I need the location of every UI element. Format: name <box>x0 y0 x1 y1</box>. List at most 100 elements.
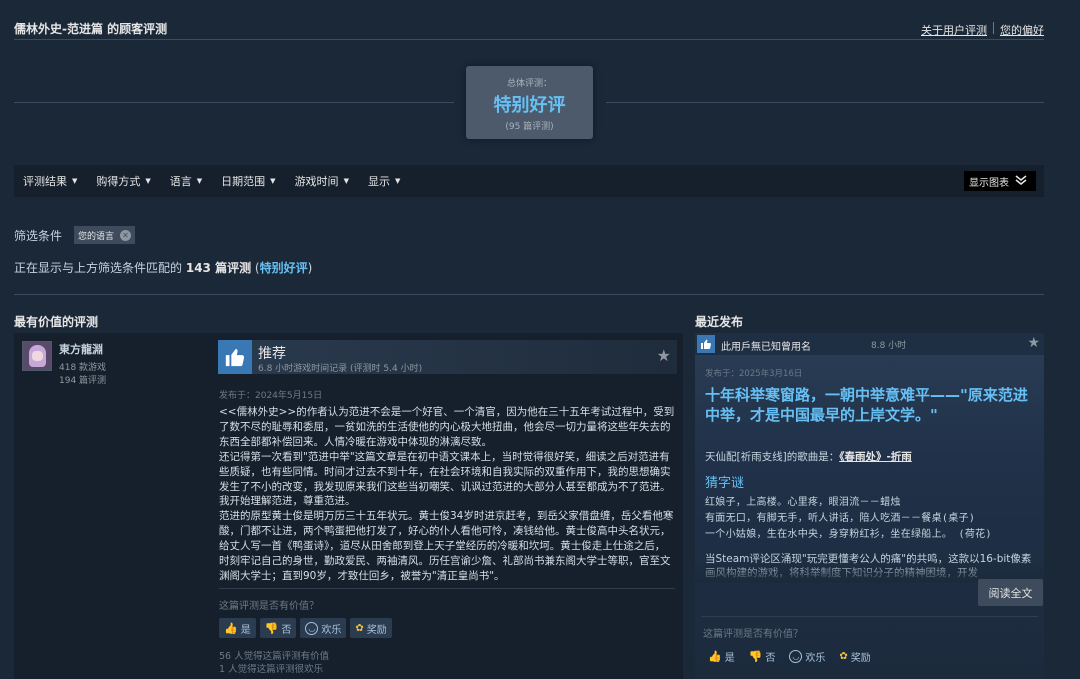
award-button[interactable]: ✿ 奖励 <box>834 646 875 666</box>
filter-label: 评测结果 <box>23 175 67 188</box>
vote-yes-label: 是 <box>724 652 735 664</box>
song-line: 天仙配[祈雨支线]的歌曲是：《春雨处》-折雨 <box>705 449 912 464</box>
overall-summary: 总体评测： 特别好评 (95 篇评测) <box>466 66 593 139</box>
thumbs-up-icon: 👍 <box>224 621 238 635</box>
riddle-line: 红娘子，上高楼。心里疼，眼泪流－－蜡烛 <box>705 497 901 508</box>
filter-bar: 评测结果 ▼ 购得方式 ▼ 语言 ▼ 日期范围 ▼ 游戏时间 ▼ 显示 ▼ 显示图表 <box>14 165 1044 197</box>
recent-playtime: 8.8 小时 <box>871 341 907 351</box>
caret-down-icon: ▼ <box>343 177 349 185</box>
riddle-line: 有面无口，有脚无手，听人讲话，陪人吃酒－－餐桌(桌子) <box>705 513 976 524</box>
thumbs-down-icon: 👎 <box>264 621 279 635</box>
summary-line-left <box>14 102 454 103</box>
author-games[interactable]: 418 款游戏 <box>59 360 106 373</box>
remove-filter-icon[interactable]: ✕ <box>120 229 132 241</box>
filter-tag-label: 您的语言 <box>78 231 115 242</box>
helpful-question: 这篇评测是否有价值？ <box>219 601 319 612</box>
recently-posted-title: 最近发布 <box>695 315 744 329</box>
double-chevron-down-icon <box>1015 174 1027 188</box>
thumbs-down-icon: 👎 <box>748 649 763 663</box>
show-graph-button[interactable]: 显示图表 <box>964 171 1036 191</box>
filter-label: 游戏时间 <box>294 175 339 188</box>
recent-posted-date: 发布于：2025年3月16日 <box>705 369 803 379</box>
vote-yes-label: 是 <box>240 624 251 636</box>
award-button[interactable]: ✿ 奖励 <box>350 618 392 638</box>
vote-header[interactable]: 推荐 6.8 小时游戏时间记录 (评测时 5.4 小时) ★ <box>218 340 677 374</box>
showing-count: 143 篇评测 <box>185 261 252 275</box>
vote-funny-button[interactable]: ◡ 欢乐 <box>784 646 830 666</box>
avatar-face <box>32 351 43 361</box>
author-name[interactable]: 東方龍淵 <box>59 341 103 357</box>
star-icon[interactable]: ★ <box>657 346 671 365</box>
showing-rating: 特别好评 <box>259 261 308 275</box>
helpful-count: 56 人觉得这篇评测有价值 <box>219 651 330 662</box>
recent-headline: 十年科举寒窗路，一朝中举意难平——"原来范进中举，才是中国最早的上岸文学。" <box>705 386 1028 424</box>
caret-down-icon: ▼ <box>270 177 276 185</box>
filter-display[interactable]: 显示 ▼ <box>368 173 400 189</box>
filter-label: 购得方式 <box>96 175 141 188</box>
review-paragraph: <<儒林外史>>的作者认为范进不会是一个好官、一个清官，因为他在三十五年考试过程… <box>219 406 675 448</box>
vote-no-label: 否 <box>281 624 292 636</box>
caret-down-icon: ▼ <box>145 177 151 185</box>
vote-buttons: 👍 是 👎 否 ◡ 欢乐 ✿ 奖励 <box>219 618 396 638</box>
active-filter-tag[interactable]: 您的语言 ✕ <box>74 226 136 244</box>
summary-label: 总体评测： <box>506 79 552 89</box>
vote-funny-label: 欢乐 <box>321 624 342 636</box>
filter-playtime[interactable]: 游戏时间 ▼ <box>295 173 349 189</box>
award-label: 奖励 <box>366 624 387 636</box>
filter-review-type[interactable]: 评测结果 ▼ <box>23 173 77 189</box>
showing-prefix: 正在显示与上方筛选条件匹配的 <box>14 261 183 275</box>
read-more-button[interactable]: 阅读全文 <box>978 579 1043 606</box>
caret-down-icon: ▼ <box>196 177 203 185</box>
vote-funny-label: 欢乐 <box>805 652 826 664</box>
award-icon: ✿ <box>839 650 848 662</box>
caret-down-icon: ▼ <box>394 177 401 185</box>
vote-no-label: 否 <box>765 652 776 664</box>
showing-summary: 正在显示与上方筛选条件匹配的 143 篇评测 (特别好评) <box>14 259 312 276</box>
review-paragraph: 还记得第一次看到"范进中举"这篇文章是在初中语文课本上，当时觉得很好笑，细读之后… <box>219 450 671 508</box>
showing-paren: ) <box>307 261 313 275</box>
helpful-question: 这篇评测是否有价值？ <box>703 629 803 640</box>
review-paragraph: 范进的原型黄士俊是明万历三十五年状元。黄士俊34岁时进京赶考，到岳父家借盘缠，岳… <box>219 510 674 582</box>
thumbs-up-icon <box>218 340 252 374</box>
award-label: 奖励 <box>850 652 871 664</box>
playtime: 6.8 小时游戏时间记录 (评测时 5.4 小时) <box>258 364 423 374</box>
vote-yes-button[interactable]: 👍 是 <box>219 618 256 638</box>
review-body: <<儒林外史>>的作者认为范进不会是一个好官、一个清官，因为他在三十五年考试过程… <box>219 405 675 584</box>
avatar[interactable] <box>22 341 52 371</box>
filter-date-range[interactable]: 日期范围 ▼ <box>221 173 275 189</box>
recent-author[interactable]: 此用戶無已知曾用名 <box>721 338 811 353</box>
preferences-link[interactable]: 您的偏好 <box>1000 22 1044 38</box>
about-reviews-link[interactable]: 关于用户评测 <box>921 22 987 38</box>
vote-yes-button[interactable]: 👍 是 <box>703 646 740 666</box>
vote-no-button[interactable]: 👎 否 <box>744 646 781 666</box>
page-title: 儒林外史-范进篇 的顾客评测 <box>14 22 168 36</box>
song-title: 《春雨处》-折雨 <box>839 451 912 463</box>
summary-rating: 特别好评 <box>493 95 566 116</box>
header-links: 关于用户评测 您的偏好 <box>921 22 1044 38</box>
vote-no-button[interactable]: 👎 否 <box>259 618 297 638</box>
thumbs-up-icon: 👍 <box>708 649 722 663</box>
filter-label: 显示 <box>367 175 390 188</box>
section-divider <box>14 294 1044 295</box>
vote-buttons: 👍 是 👎 否 ◡ 欢乐 ✿ 奖励 <box>703 646 880 666</box>
caret-down-icon: ▼ <box>72 177 78 185</box>
vote-funny-button[interactable]: ◡ 欢乐 <box>300 618 347 638</box>
recent-divider <box>701 616 1038 617</box>
smile-icon: ◡ <box>305 621 319 635</box>
filter-language[interactable]: 语言 ▼ <box>170 173 202 189</box>
helpful-divider <box>219 588 675 589</box>
thumbs-up-icon <box>697 335 715 353</box>
most-helpful-title: 最有价值的评测 <box>14 315 99 329</box>
verdict: 推荐 <box>258 346 286 362</box>
author-reviews[interactable]: 194 篇评测 <box>59 373 106 386</box>
riddle-line: 一个小姑娘，生在水中央，身穿粉红衫，坐在绿船上。 (荷花) <box>705 529 992 540</box>
recent-review-header[interactable]: 此用戶無已知曾用名 8.8 小时 ★ <box>695 333 1044 355</box>
filter-purchase-type[interactable]: 购得方式 ▼ <box>96 173 150 189</box>
summary-count: (95 篇评测) <box>505 122 554 132</box>
show-graph-label: 显示图表 <box>969 177 1009 189</box>
posted-date: 发布于：2024年5月15日 <box>219 391 323 401</box>
smile-icon: ◡ <box>789 649 803 663</box>
star-icon[interactable]: ★ <box>1027 335 1040 351</box>
award-icon: ✿ <box>355 622 364 634</box>
page-header: 儒林外史-范进篇 的顾客评测 关于用户评测 您的偏好 <box>14 20 1044 40</box>
